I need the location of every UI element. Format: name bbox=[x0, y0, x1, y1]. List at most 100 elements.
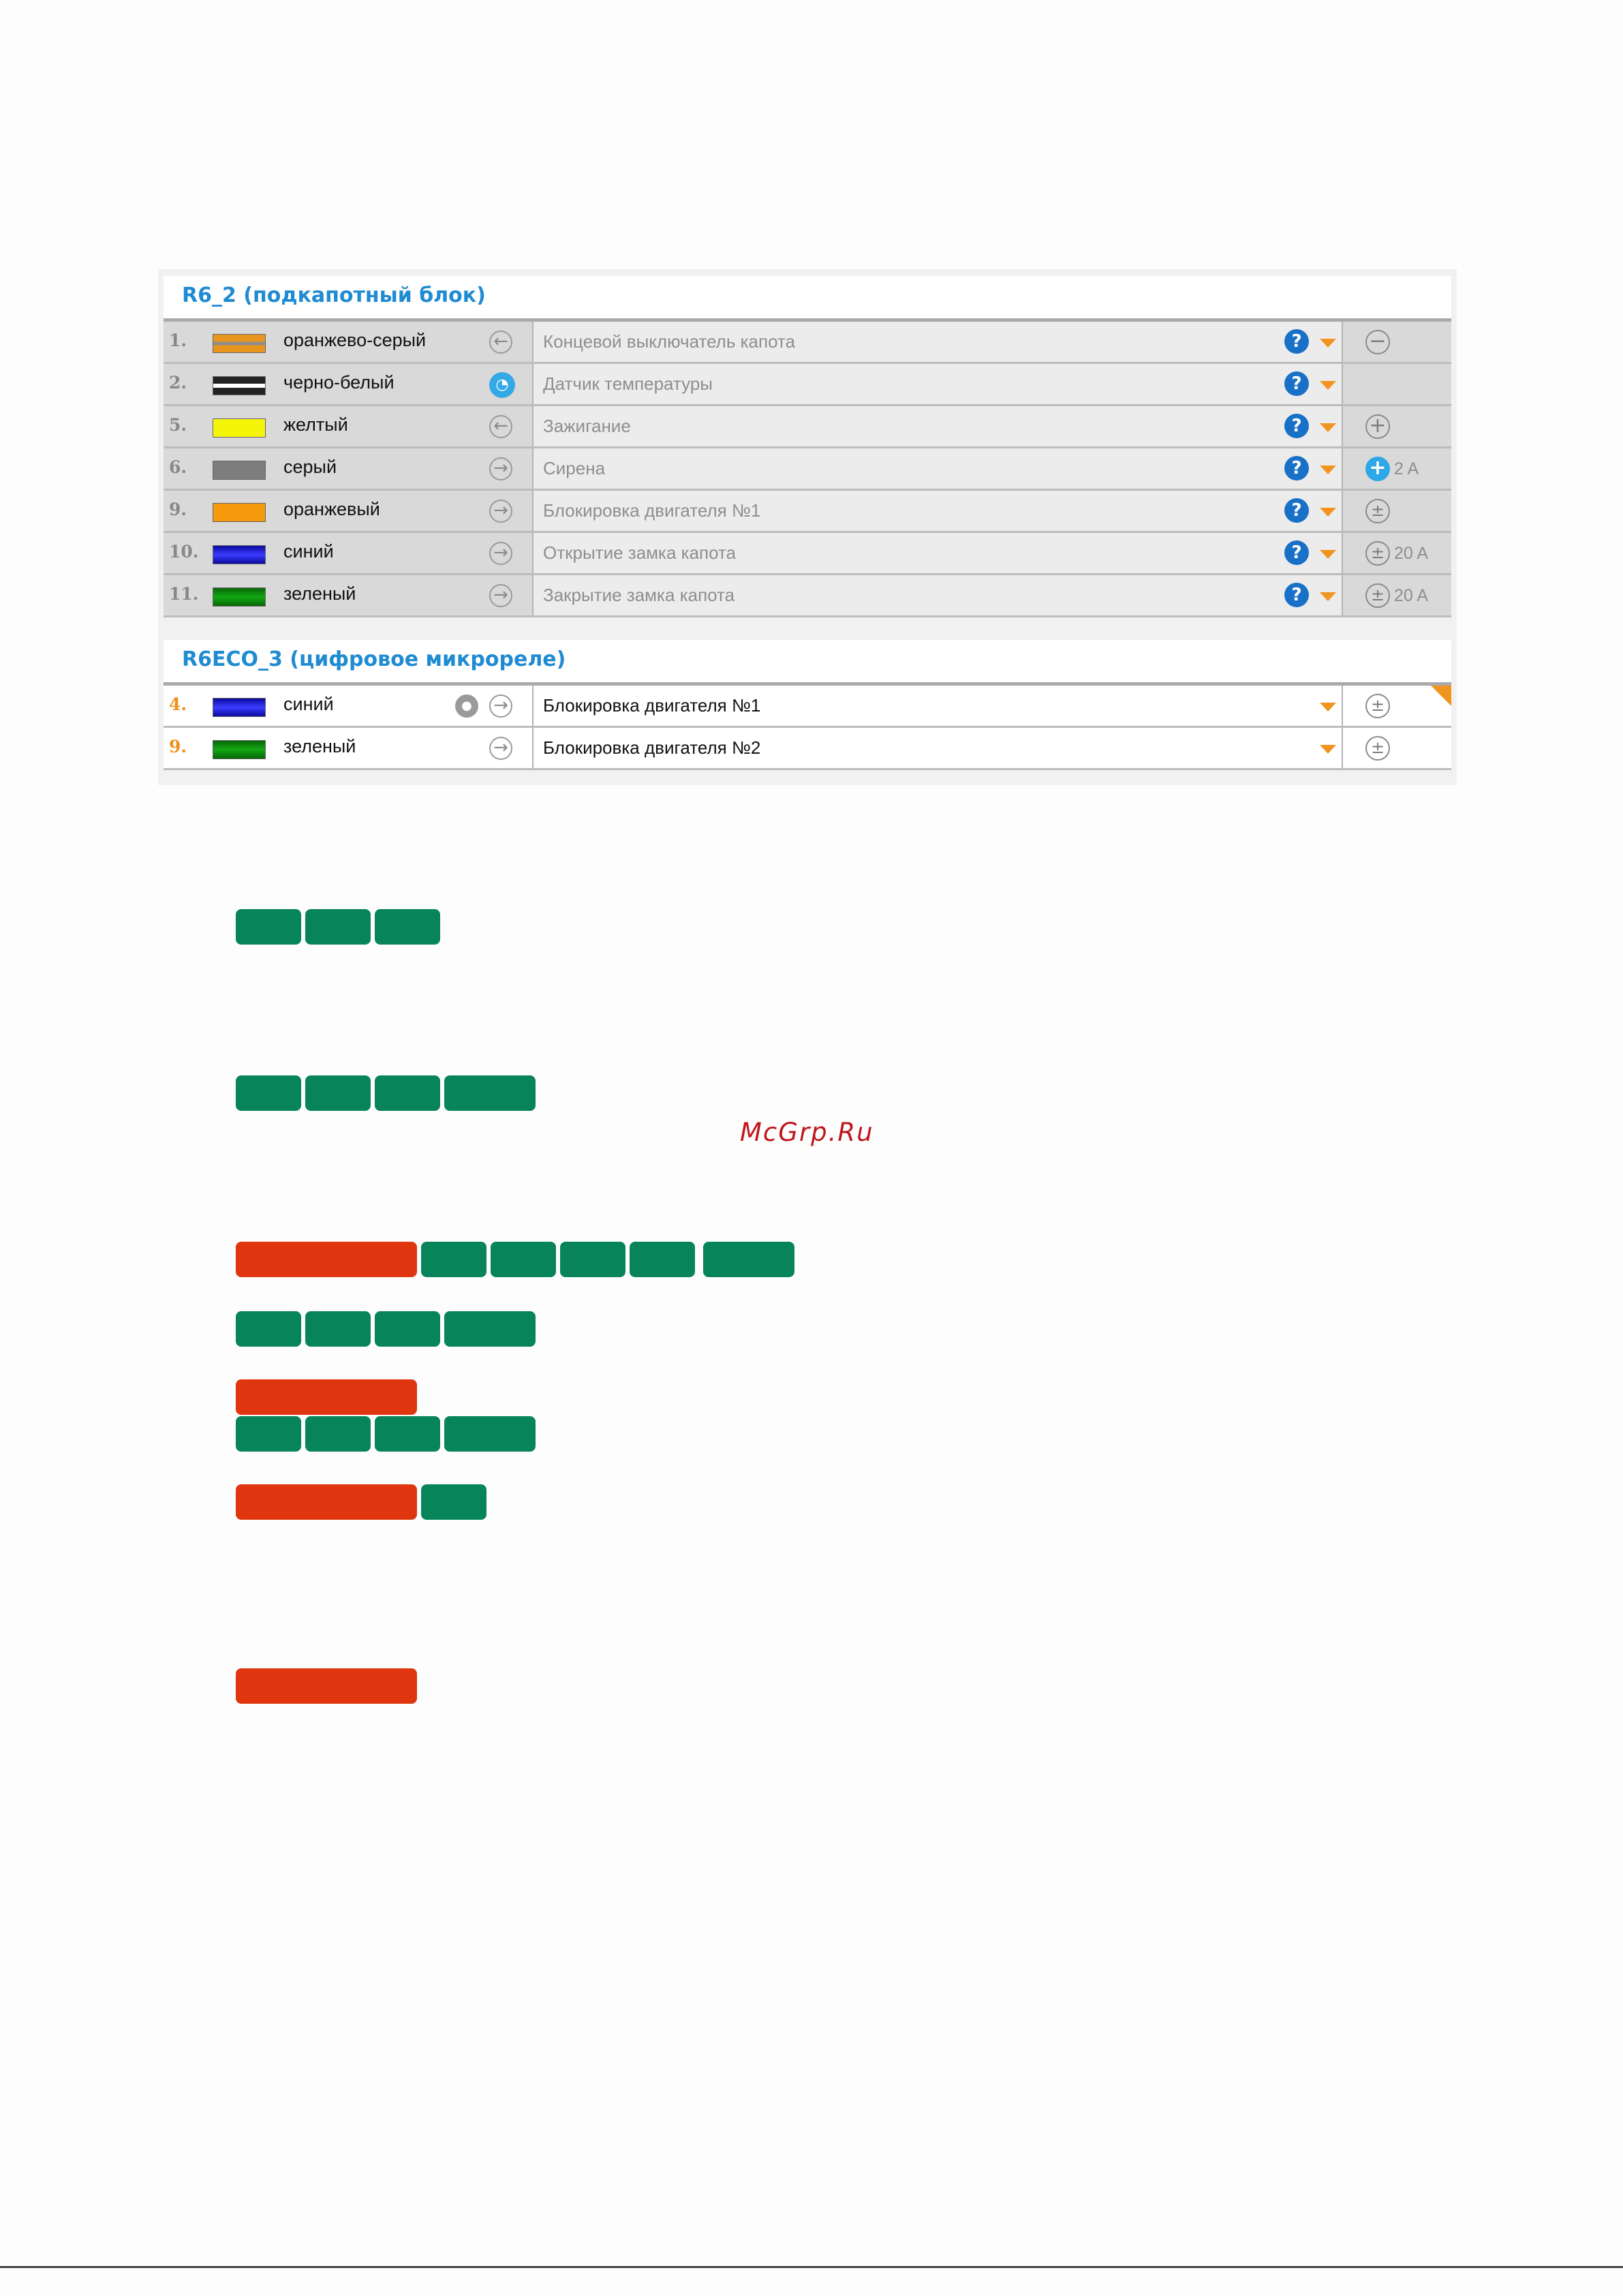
wire-color-swatch bbox=[213, 545, 266, 564]
wire-color-swatch bbox=[213, 334, 266, 353]
section-header: R6ECO_3 (цифровое микрореле) bbox=[164, 640, 1451, 686]
function-select[interactable]: Блокировка двигателя №1 bbox=[532, 686, 1343, 726]
plus-minus-circle-icon[interactable]: ± bbox=[1365, 583, 1390, 608]
function-label: Датчик температуры bbox=[543, 373, 713, 394]
function-select[interactable]: Блокировка двигателя №2 bbox=[532, 728, 1343, 768]
table-row: 1. оранжево-серый ← Концевой выключатель… bbox=[164, 322, 1451, 364]
pin-number: 10. bbox=[169, 542, 199, 562]
arrow-right-icon[interactable]: → bbox=[489, 584, 512, 607]
caret-down-icon[interactable] bbox=[1320, 550, 1336, 559]
current-limit: 20 A bbox=[1394, 544, 1429, 563]
redacted-block bbox=[421, 1242, 486, 1277]
pin-number: 6. bbox=[169, 457, 187, 477]
function-select[interactable]: Закрытие замка капота ? bbox=[532, 575, 1343, 615]
wire-name: зеленый bbox=[283, 736, 356, 756]
section-r6eco-3: R6ECO_3 (цифровое микрореле) 4. синий ● … bbox=[164, 640, 1451, 770]
wire-color-swatch bbox=[213, 587, 266, 607]
question-icon[interactable]: ? bbox=[1284, 329, 1309, 354]
arrow-right-icon[interactable]: → bbox=[489, 542, 512, 565]
table-row: 9. зеленый → Блокировка двигателя №2 ± bbox=[164, 728, 1451, 770]
plus-minus-circle-icon[interactable]: ± bbox=[1365, 499, 1390, 523]
function-label: Зажигание bbox=[543, 416, 631, 436]
plus-circle-active-icon[interactable]: + bbox=[1365, 457, 1390, 481]
wire-name: серый bbox=[283, 457, 337, 477]
plus-minus-circle-icon[interactable]: ± bbox=[1365, 694, 1390, 718]
question-icon[interactable]: ? bbox=[1284, 371, 1309, 396]
arrow-right-icon[interactable]: → bbox=[489, 737, 512, 760]
watermark: McGrp.Ru bbox=[740, 1118, 874, 1147]
function-select[interactable]: Зажигание ? bbox=[532, 406, 1343, 446]
plus-minus-circle-icon[interactable]: ± bbox=[1365, 736, 1390, 761]
redacted-block bbox=[444, 1416, 536, 1452]
function-label: Блокировка двигателя №2 bbox=[543, 737, 761, 758]
arrow-right-icon[interactable]: → bbox=[489, 457, 512, 480]
wire-name: черно-белый bbox=[283, 372, 395, 393]
redacted-block bbox=[236, 1416, 301, 1452]
wire-name: синий bbox=[283, 541, 334, 562]
wire-color-swatch bbox=[213, 418, 266, 438]
wire-color-swatch bbox=[213, 698, 266, 717]
temperature-gauge-icon[interactable]: ◔ bbox=[489, 372, 515, 398]
table-row: 4. синий ● → Блокировка двигателя №1 ± bbox=[164, 686, 1451, 728]
arrow-left-icon[interactable]: ← bbox=[489, 331, 512, 354]
wire-name: оранжево-серый bbox=[283, 330, 427, 350]
arrow-right-icon[interactable]: → bbox=[489, 694, 512, 718]
redacted-block bbox=[236, 1311, 301, 1347]
function-select[interactable]: Концевой выключатель капота ? bbox=[532, 322, 1343, 362]
pin-number: 9. bbox=[169, 500, 187, 519]
pin-number: 9. bbox=[169, 737, 187, 756]
arrow-right-icon[interactable]: → bbox=[489, 500, 512, 523]
function-label: Закрытие замка капота bbox=[543, 585, 735, 605]
redacted-block bbox=[305, 909, 371, 945]
wire-name: оранжевый bbox=[283, 499, 380, 519]
wire-name: желтый bbox=[283, 414, 348, 435]
function-select[interactable]: Блокировка двигателя №1 ? bbox=[532, 491, 1343, 531]
caret-down-icon[interactable] bbox=[1320, 339, 1336, 348]
wire-color-swatch bbox=[213, 503, 266, 522]
plus-circle-icon[interactable]: + bbox=[1365, 414, 1390, 439]
caret-down-icon[interactable] bbox=[1320, 745, 1336, 754]
question-icon[interactable]: ? bbox=[1284, 583, 1309, 607]
current-limit: 20 A bbox=[1394, 586, 1429, 605]
redacted-block bbox=[236, 1668, 417, 1704]
caret-down-icon[interactable] bbox=[1320, 465, 1336, 474]
pin-number: 4. bbox=[169, 694, 187, 714]
redacted-block bbox=[236, 909, 301, 945]
wire-name: зеленый bbox=[283, 583, 356, 604]
corner-marker-icon bbox=[1431, 686, 1451, 706]
minus-circle-icon[interactable]: − bbox=[1365, 330, 1390, 354]
redacted-block bbox=[375, 1075, 440, 1111]
question-icon[interactable]: ? bbox=[1284, 498, 1309, 523]
redacted-block bbox=[375, 1311, 440, 1347]
function-label: Концевой выключатель капота bbox=[543, 331, 796, 352]
caret-down-icon[interactable] bbox=[1320, 381, 1336, 390]
pin-number: 2. bbox=[169, 373, 187, 393]
question-icon[interactable]: ? bbox=[1284, 456, 1309, 480]
question-icon[interactable]: ? bbox=[1284, 540, 1309, 565]
caret-down-icon[interactable] bbox=[1320, 508, 1336, 517]
section-header: R6_2 (подкапотный блок) bbox=[164, 276, 1451, 322]
caret-down-icon[interactable] bbox=[1320, 423, 1336, 432]
section-title: R6ECO_3 (цифровое микрореле) bbox=[182, 647, 566, 671]
question-icon[interactable]: ? bbox=[1284, 414, 1309, 438]
plus-minus-circle-icon[interactable]: ± bbox=[1365, 541, 1390, 566]
section-r6-2: R6_2 (подкапотный блок) 1. оранжево-серы… bbox=[164, 276, 1451, 617]
settings-dot-icon[interactable]: ● bbox=[455, 694, 478, 718]
function-select[interactable]: Сирена ? bbox=[532, 448, 1343, 489]
arrow-left-icon[interactable]: ← bbox=[489, 415, 512, 438]
section-title: R6_2 (подкапотный блок) bbox=[182, 284, 486, 307]
function-label: Блокировка двигателя №1 bbox=[543, 695, 761, 716]
redacted-block bbox=[375, 1416, 440, 1452]
redacted-block bbox=[375, 909, 440, 945]
caret-down-icon[interactable] bbox=[1320, 592, 1336, 601]
pin-number: 11. bbox=[169, 584, 199, 604]
redacted-block bbox=[444, 1311, 536, 1347]
wire-color-swatch bbox=[213, 376, 266, 395]
function-select[interactable]: Датчик температуры ? bbox=[532, 364, 1343, 404]
redacted-block bbox=[236, 1075, 301, 1111]
redacted-block bbox=[560, 1242, 625, 1277]
redacted-block bbox=[421, 1484, 486, 1520]
caret-down-icon[interactable] bbox=[1320, 703, 1336, 711]
function-select[interactable]: Открытие замка капота ? bbox=[532, 533, 1343, 573]
table-row: 9. оранжевый → Блокировка двигателя №1 ?… bbox=[164, 491, 1451, 533]
